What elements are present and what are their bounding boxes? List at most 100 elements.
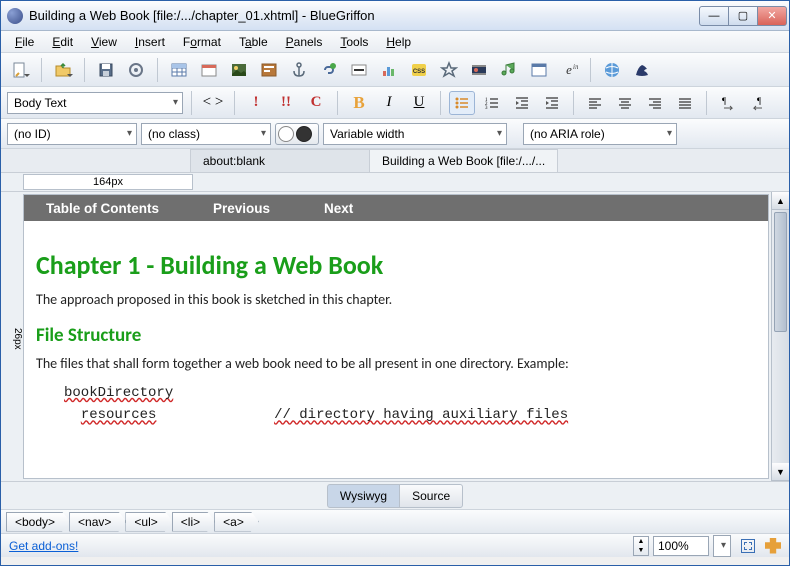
horizontal-ruler: 164px: [1, 173, 789, 191]
doc-code: bookDirectory resources // directory hav…: [64, 382, 756, 427]
bullet-list-button[interactable]: [449, 91, 475, 115]
align-left-button[interactable]: [582, 91, 608, 115]
class-c-button[interactable]: C: [303, 91, 329, 115]
save-button[interactable]: [93, 57, 119, 83]
svg-text:e: e: [566, 62, 572, 77]
doc-heading-1: Chapter 1 - Building a Web Book: [36, 249, 756, 281]
addons-link[interactable]: Get add-ons!: [9, 539, 78, 553]
crumb-body[interactable]: <body>: [6, 512, 70, 532]
anchor-button[interactable]: [286, 57, 312, 83]
excl-button[interactable]: !: [243, 91, 269, 115]
minimize-button[interactable]: —: [699, 6, 729, 26]
svg-text:iπ: iπ: [573, 63, 578, 71]
editor-area: 26px Table of Contents Previous Next Cha…: [1, 191, 789, 481]
doc-navbar: Table of Contents Previous Next: [24, 195, 768, 221]
number-list-button[interactable]: 123: [479, 91, 505, 115]
menu-file[interactable]: File: [7, 33, 42, 51]
align-right-button[interactable]: [642, 91, 668, 115]
vertical-scrollbar[interactable]: ▲ ▼: [771, 192, 789, 481]
maximize-button[interactable]: ▢: [728, 6, 758, 26]
rtl-button[interactable]: ¶: [745, 91, 771, 115]
color-toggle[interactable]: [275, 123, 319, 145]
doc-heading-2: File Structure: [36, 324, 756, 347]
menu-edit[interactable]: Edit: [44, 33, 81, 51]
menu-panels[interactable]: Panels: [278, 33, 331, 51]
menu-insert[interactable]: Insert: [127, 33, 173, 51]
font-select[interactable]: Variable width: [323, 123, 507, 145]
wysiwyg-tab[interactable]: Wysiwyg: [327, 484, 400, 508]
view-mode-tabs: Wysiwyg Source: [1, 481, 789, 509]
nav-next[interactable]: Next: [302, 201, 385, 216]
statusbar: Get add-ons! ▲▼: [1, 533, 789, 557]
zoom-spinner[interactable]: ▲▼: [633, 536, 649, 556]
svg-text:CSS: CSS: [413, 69, 425, 75]
star-button[interactable]: [436, 57, 462, 83]
crumb-nav[interactable]: <nav>: [69, 512, 126, 532]
align-justify-button[interactable]: [672, 91, 698, 115]
settings-button[interactable]: [123, 57, 149, 83]
form-button[interactable]: [256, 57, 282, 83]
underline-button[interactable]: U: [406, 91, 432, 115]
css-button[interactable]: CSS: [406, 57, 432, 83]
source-tab[interactable]: Source: [399, 484, 463, 508]
table-button[interactable]: [166, 57, 192, 83]
window-controls: — ▢ ✕: [700, 6, 787, 26]
ruler-value: 164px: [23, 174, 193, 190]
griffon-icon[interactable]: [629, 57, 655, 83]
menu-help[interactable]: Help: [378, 33, 419, 51]
menu-view[interactable]: View: [83, 33, 125, 51]
outdent-button[interactable]: [509, 91, 535, 115]
element-breadcrumb: <body> <nav> <ul> <li> <a>: [1, 509, 789, 533]
bold-button[interactable]: B: [346, 91, 372, 115]
hr-button[interactable]: [346, 57, 372, 83]
align-center-button[interactable]: [612, 91, 638, 115]
image-button[interactable]: [226, 57, 252, 83]
document-canvas[interactable]: Table of Contents Previous Next Chapter …: [23, 194, 769, 479]
zoom-input[interactable]: [653, 536, 709, 556]
window-button[interactable]: [526, 57, 552, 83]
app-icon: [7, 8, 23, 24]
crumb-ul[interactable]: <ul>: [125, 512, 172, 532]
tab-blank[interactable]: about:blank: [190, 149, 370, 172]
link-button[interactable]: [316, 57, 342, 83]
ltr-button[interactable]: ¶: [715, 91, 741, 115]
aria-select[interactable]: (no ARIA role): [523, 123, 677, 145]
block-format-select[interactable]: Body Text: [7, 92, 183, 114]
crumb-a[interactable]: <a>: [214, 512, 259, 532]
indent-button[interactable]: [539, 91, 565, 115]
video-button[interactable]: [466, 57, 492, 83]
vertical-ruler: 26px: [1, 192, 23, 481]
chart-button[interactable]: [376, 57, 402, 83]
tab-active[interactable]: Building a Web Book [file:/.../...: [369, 149, 558, 172]
menu-tools[interactable]: Tools: [332, 33, 376, 51]
zoom-dropdown[interactable]: [713, 535, 731, 557]
addon-icon[interactable]: [765, 538, 781, 554]
close-button[interactable]: ✕: [757, 6, 787, 26]
doc-paragraph: The files that shall form together a web…: [36, 355, 756, 372]
audio-button[interactable]: [496, 57, 522, 83]
nav-toc[interactable]: Table of Contents: [24, 201, 191, 216]
menu-table[interactable]: Table: [231, 33, 276, 51]
crumb-li[interactable]: <li>: [172, 512, 215, 532]
scroll-thumb[interactable]: [774, 212, 787, 332]
fullscreen-icon[interactable]: [741, 539, 755, 553]
excl2-button[interactable]: !!: [273, 91, 299, 115]
window-title: Building a Web Book [file:/.../chapter_0…: [29, 8, 700, 23]
class-select[interactable]: (no class): [141, 123, 271, 145]
menubar: File Edit View Insert Format Table Panel…: [1, 31, 789, 53]
menu-format[interactable]: Format: [175, 33, 229, 51]
new-button[interactable]: [7, 57, 33, 83]
open-button[interactable]: [50, 57, 76, 83]
italic-button[interactable]: I: [376, 91, 402, 115]
code-button[interactable]: < >: [200, 91, 226, 115]
calendar-button[interactable]: [196, 57, 222, 83]
svg-text:3: 3: [485, 106, 488, 111]
globe-button[interactable]: [599, 57, 625, 83]
scroll-up-button[interactable]: ▲: [772, 192, 789, 210]
document-tabs: about:blank Building a Web Book [file:/.…: [1, 149, 789, 173]
nav-prev[interactable]: Previous: [191, 201, 302, 216]
math-button[interactable]: eiπ: [556, 57, 582, 83]
scroll-down-button[interactable]: ▼: [772, 463, 789, 481]
svg-text:¶: ¶: [757, 96, 761, 106]
id-select[interactable]: (no ID): [7, 123, 137, 145]
